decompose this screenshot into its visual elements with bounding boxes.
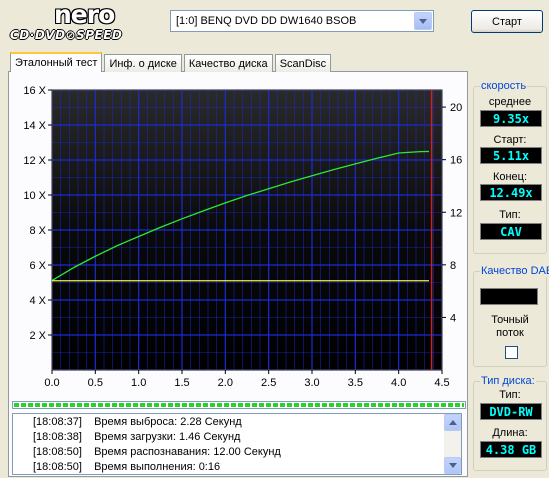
chart-svg: 2 X 4 X 6 X 8 X 10 X 12 X 14 X 16 X 4 8 12 16 20 0.0 0… (23, 85, 462, 389)
logo-brand: nero (54, 0, 115, 29)
speed-end-value: 12.49x (480, 184, 542, 201)
y-left-tick-label: 2 X (29, 330, 46, 342)
y-left-tick-label: 12 X (23, 155, 46, 167)
logo-product: CD·DVD⊘SPEED (10, 28, 123, 42)
arrow-up-icon (448, 420, 457, 425)
y-left-tick-label: 14 X (23, 120, 46, 132)
log-text: Время выполнения: 0:16 (94, 461, 221, 473)
log-list[interactable]: [18:08:37] Время выброса: 2.28 Секунд [1… (12, 413, 462, 475)
exact-stream-checkbox[interactable] (505, 346, 518, 359)
log-text: Время выброса: 2.28 Секунд (94, 416, 242, 428)
drive-select[interactable]: [1:0] BENQ DVD DD DW1640 BSOB (170, 10, 434, 32)
y-right-tick-label: 16 (450, 155, 462, 167)
disc-type-value: DVD-RW (480, 403, 542, 420)
log-time: [18:08:38] (33, 431, 82, 443)
progress-bar (12, 401, 466, 409)
log-time: [18:08:50] (33, 461, 82, 473)
speed-end-label: Конец: (492, 171, 528, 183)
log-line: [18:08:50] Время распознавания: 12.00 Се… (33, 445, 441, 460)
disc-group-title: Тип диска: (480, 375, 536, 387)
disc-type-label: Тип: (499, 389, 521, 401)
benchmark-chart: 2 X 4 X 6 X 8 X 10 X 12 X 14 X 16 X 4 8 12 16 20 0.0 0… (10, 80, 470, 400)
arrow-down-icon (448, 463, 457, 468)
dae-group: Качество DAE Точный поток (473, 265, 549, 367)
disc-length-label: Длина: (492, 427, 528, 439)
log-line: [18:08:50] Время выполнения: 0:16 (33, 460, 441, 475)
log-line: [18:08:38] Время загрузки: 1.46 Секунд (33, 430, 441, 445)
dae-group-title: Качество DAE (480, 265, 549, 277)
drive-select-value: [1:0] BENQ DVD DD DW1640 BSOB (176, 15, 357, 27)
speed-avg-value: 9.35x (480, 110, 542, 127)
disc-length-value: 4.38 GB (480, 441, 542, 458)
x-tick-label: 4.0 (391, 377, 406, 389)
nero-logo: nero CD·DVD⊘SPEED (8, 0, 158, 44)
y-left-tick-label: 16 X (23, 85, 46, 97)
start-button[interactable]: Старт (471, 10, 543, 33)
disc-group: Тип диска: Тип: DVD-RW Длина: 4.38 GB (473, 375, 547, 471)
chevron-down-icon (419, 18, 427, 24)
speed-avg-label: среднее (488, 96, 532, 108)
scroll-up-button[interactable] (444, 414, 461, 431)
x-tick-label: 4.5 (434, 377, 449, 389)
speed-start-label: Старт: (493, 134, 527, 146)
dropdown-arrow-button[interactable] (414, 12, 432, 30)
log-time: [18:08:37] (33, 416, 82, 428)
dae-quality-display (480, 288, 538, 305)
speed-group-title: скорость (480, 80, 528, 92)
y-left-tick-label: 8 X (29, 225, 46, 237)
tab-bar: Эталонный тест Инф. о диске Качество дис… (10, 52, 333, 72)
tab-scandisc[interactable]: ScanDisc (274, 54, 332, 72)
tab-benchmark[interactable]: Эталонный тест (10, 52, 103, 72)
y-right-tick-label: 12 (450, 207, 462, 219)
scroll-down-button[interactable] (444, 457, 461, 474)
log-text: Время распознавания: 12.00 Секунд (94, 446, 281, 458)
log-time: [18:08:50] (33, 446, 82, 458)
x-tick-label: 1.5 (174, 377, 189, 389)
x-tick-label: 3.5 (348, 377, 363, 389)
speed-group: скорость среднее 9.35x Старт: 5.11x Коне… (473, 80, 547, 254)
y-right-tick-label: 8 (450, 260, 456, 272)
exact-stream-label-1: Точный (491, 314, 529, 326)
speed-type-label: Тип: (499, 209, 521, 221)
x-tick-label: 2.5 (261, 377, 276, 389)
y-right-tick-label: 4 (450, 312, 456, 324)
log-lines: [18:08:37] Время выброса: 2.28 Секунд [1… (33, 415, 441, 475)
progress-fill (14, 403, 464, 407)
x-tick-label: 2.0 (218, 377, 233, 389)
x-tick-label: 1.0 (131, 377, 146, 389)
x-tick-label: 3.0 (304, 377, 319, 389)
log-scrollbar[interactable] (444, 414, 461, 474)
exact-stream-label-2: поток (496, 327, 524, 339)
y-left-tick-label: 4 X (29, 295, 46, 307)
y-left-tick-label: 10 X (23, 190, 46, 202)
x-tick-label: 0.5 (88, 377, 103, 389)
y-right-tick-label: 20 (450, 102, 462, 114)
log-line: [18:08:37] Время выброса: 2.28 Секунд (33, 415, 441, 430)
log-text: Время загрузки: 1.46 Секунд (94, 431, 241, 443)
speed-type-value: CAV (480, 223, 542, 240)
tab-disc-quality[interactable]: Качество диска (183, 54, 273, 72)
y-left-tick-label: 6 X (29, 260, 46, 272)
tab-disc-info[interactable]: Инф. о диске (104, 54, 182, 72)
x-tick-label: 0.0 (44, 377, 59, 389)
speed-start-value: 5.11x (480, 147, 542, 164)
